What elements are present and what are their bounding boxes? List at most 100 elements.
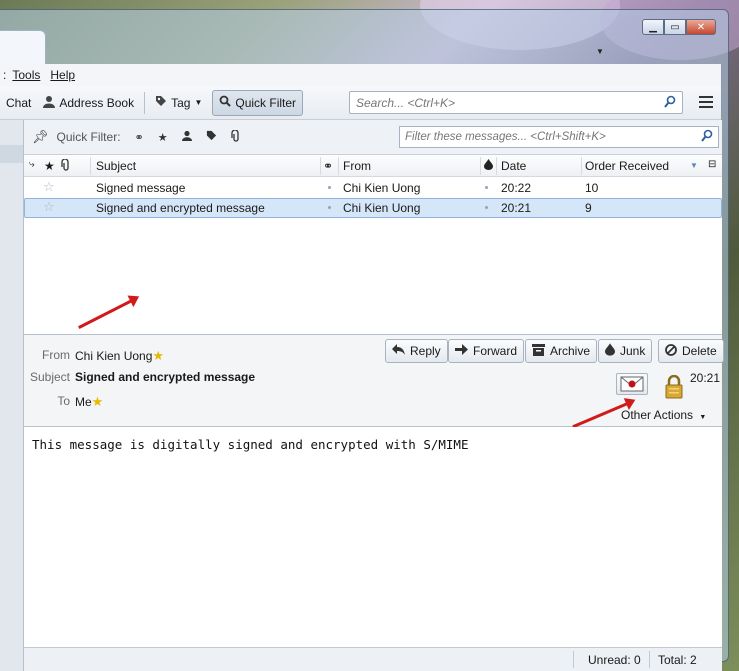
chevron-down-icon: ▼ bbox=[699, 414, 707, 421]
total-count: Total: 2 bbox=[658, 653, 697, 667]
row-order: 10 bbox=[585, 181, 599, 195]
row-order: 9 bbox=[585, 201, 592, 215]
other-actions-label: Other Actions bbox=[621, 408, 694, 422]
read-dot-icon[interactable] bbox=[328, 186, 331, 189]
delete-label: Delete bbox=[682, 344, 717, 358]
to-name: Me bbox=[75, 395, 92, 409]
attachment-filter-icon[interactable] bbox=[230, 128, 241, 145]
column-picker-icon[interactable]: ⊟ bbox=[708, 159, 716, 170]
quick-filter-bar: 📌︎ Quick Filter: ⚭ ★ Filter these messag… bbox=[24, 120, 722, 155]
menu-item-help[interactable]: Help bbox=[50, 68, 75, 82]
toolbar-separator bbox=[144, 91, 146, 114]
chat-button[interactable]: Chat bbox=[0, 90, 37, 116]
order-received-column-header[interactable]: Order Received bbox=[585, 159, 669, 173]
menu-item-tools[interactable]: Tools bbox=[12, 68, 40, 82]
junk-button[interactable]: Junk bbox=[598, 339, 653, 363]
other-actions-menu[interactable]: Other Actions ▼ bbox=[621, 408, 706, 422]
junk-label: Junk bbox=[620, 344, 646, 358]
minimize-button[interactable]: ▁ bbox=[642, 19, 664, 35]
encrypted-lock-icon[interactable] bbox=[664, 374, 684, 399]
star-outline-icon[interactable]: ☆ bbox=[43, 199, 55, 215]
delete-icon bbox=[665, 343, 677, 359]
to-value[interactable]: Me★ bbox=[75, 394, 103, 410]
address-book-icon bbox=[43, 95, 56, 111]
subject-column-header[interactable]: Subject bbox=[96, 159, 136, 173]
star-outline-icon[interactable]: ☆ bbox=[43, 179, 55, 195]
read-dot-icon[interactable] bbox=[328, 206, 331, 209]
contact-star-icon[interactable]: ★ bbox=[152, 348, 164, 363]
row-subject: Signed and encrypted message bbox=[96, 201, 265, 215]
close-button[interactable]: ✕ bbox=[686, 19, 716, 35]
junk-dot-icon[interactable] bbox=[485, 206, 488, 209]
to-label: To bbox=[57, 394, 70, 408]
tab-list-chevron-icon[interactable]: ▼ bbox=[596, 47, 604, 56]
address-book-label: Address Book bbox=[59, 95, 135, 110]
forward-button[interactable]: Forward bbox=[448, 339, 525, 363]
quick-filter-label: Quick Filter bbox=[235, 95, 297, 110]
junk-icon bbox=[605, 343, 615, 359]
table-row-selected[interactable]: ☆ Signed and encrypted message Chi Kien … bbox=[24, 198, 722, 218]
from-value[interactable]: Chi Kien Uong★ bbox=[75, 348, 164, 364]
tag-button[interactable]: Tag ▼ bbox=[149, 90, 208, 116]
search-icon[interactable] bbox=[664, 95, 676, 112]
starred-filter-icon[interactable]: ★ bbox=[158, 131, 168, 144]
archive-label: Archive bbox=[550, 344, 591, 358]
address-book-button[interactable]: Address Book bbox=[37, 90, 140, 116]
app-menu-icon[interactable] bbox=[699, 96, 713, 111]
status-bar: Unread: 0 Total: 2 bbox=[24, 647, 722, 671]
pin-icon[interactable]: 📌︎ bbox=[32, 129, 49, 145]
forward-label: Forward bbox=[473, 344, 518, 358]
mail-tab[interactable] bbox=[0, 30, 46, 65]
message-header: From Chi Kien Uong★ Subject Signed and e… bbox=[24, 335, 724, 429]
table-row[interactable]: ☆ Signed message Chi Kien Uong 20:22 10 bbox=[24, 178, 722, 198]
row-date: 20:22 bbox=[501, 181, 532, 195]
thread-column-icon[interactable]: ⤷ bbox=[29, 159, 35, 170]
column-headers: ⤷ ★ Subject ⚭ From Date Order Received ▼… bbox=[24, 155, 722, 177]
menu-item-partial[interactable]: : bbox=[3, 68, 6, 82]
delete-button[interactable]: Delete bbox=[658, 339, 724, 363]
tag-label: Tag bbox=[171, 95, 191, 110]
folder-pane-edge[interactable] bbox=[0, 120, 24, 671]
window-caption-buttons: ▁ ▭ ✕ bbox=[642, 19, 716, 35]
row-date: 20:21 bbox=[501, 201, 532, 215]
menubar: : Tools Help bbox=[0, 64, 721, 86]
attachment-column-icon[interactable] bbox=[61, 158, 71, 174]
thunderbird-window: ▁ ▭ ✕ ▼ : Tools Help Chat Address Book T… bbox=[0, 9, 729, 671]
tag-icon bbox=[155, 95, 167, 110]
reply-button[interactable]: Reply bbox=[385, 339, 448, 363]
subject-label: Subject bbox=[29, 370, 70, 384]
message-body: This message is digitally signed and enc… bbox=[24, 427, 722, 647]
annotation-arrow bbox=[78, 298, 135, 329]
contact-star-icon[interactable]: ★ bbox=[92, 394, 104, 409]
global-search-input[interactable]: Search... <Ctrl+K> bbox=[349, 91, 683, 114]
archive-button[interactable]: Archive bbox=[525, 339, 598, 363]
junk-dot-icon[interactable] bbox=[485, 186, 488, 189]
date-column-header[interactable]: Date bbox=[501, 159, 526, 173]
archive-icon bbox=[532, 343, 545, 359]
chat-label: Chat bbox=[6, 95, 32, 110]
subject-value: Signed and encrypted message bbox=[75, 370, 255, 384]
row-from: Chi Kien Uong bbox=[343, 181, 421, 195]
reply-icon bbox=[392, 344, 405, 358]
unread-filter-icon[interactable]: ⚭ bbox=[135, 131, 144, 144]
message-time: 20:21 bbox=[690, 371, 721, 385]
contact-filter-icon[interactable] bbox=[181, 130, 192, 144]
filter-messages-input[interactable]: Filter these messages... <Ctrl+Shift+K> bbox=[399, 126, 719, 148]
message-body-text: This message is digitally signed and enc… bbox=[32, 437, 469, 452]
search-placeholder: Search... <Ctrl+K> bbox=[356, 95, 456, 110]
app-client-area: : Tools Help Chat Address Book Tag ▼ Qui… bbox=[0, 64, 724, 671]
star-column-icon[interactable]: ★ bbox=[44, 159, 55, 173]
chevron-down-icon: ▼ bbox=[194, 98, 203, 107]
search-icon bbox=[701, 129, 713, 146]
tag-filter-icon[interactable] bbox=[206, 130, 217, 144]
quick-filter-button[interactable]: Quick Filter bbox=[212, 89, 304, 116]
smime-signed-envelope-icon[interactable] bbox=[616, 373, 648, 395]
reply-label: Reply bbox=[410, 344, 441, 358]
row-subject: Signed message bbox=[96, 181, 186, 195]
junk-column-icon[interactable] bbox=[484, 159, 493, 173]
row-from: Chi Kien Uong bbox=[343, 201, 421, 215]
maximize-button[interactable]: ▭ bbox=[664, 19, 686, 35]
read-status-column-icon[interactable]: ⚭ bbox=[323, 159, 333, 173]
filter-placeholder: Filter these messages... <Ctrl+Shift+K> bbox=[405, 131, 606, 143]
from-column-header[interactable]: From bbox=[343, 159, 371, 173]
